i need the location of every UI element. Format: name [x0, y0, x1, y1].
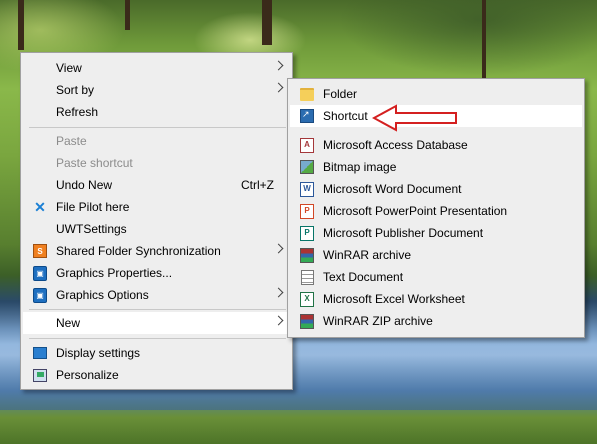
- menu-item-label: Paste: [56, 134, 87, 148]
- menu-item-paste[interactable]: Paste: [23, 130, 290, 152]
- menu-item-label: Bitmap image: [323, 160, 397, 174]
- menu-item-undo-new[interactable]: Undo New Ctrl+Z: [23, 174, 290, 196]
- menu-item-label: Folder: [323, 87, 358, 101]
- new-item-bitmap-image[interactable]: Bitmap image: [290, 156, 582, 178]
- new-item-winrar-archive[interactable]: WinRAR archive: [290, 244, 582, 266]
- menu-item-label: New: [56, 316, 81, 330]
- chevron-right-icon: [273, 60, 284, 71]
- new-item-text-document[interactable]: Text Document: [290, 266, 582, 288]
- shared-folder-sync-icon: S: [33, 244, 47, 258]
- chevron-right-icon: [273, 287, 284, 298]
- chevron-right-icon: [273, 243, 284, 254]
- tree-trunk: [262, 0, 272, 45]
- file-pilot-icon: ✕: [34, 198, 46, 215]
- menu-item-label: Microsoft Access Database: [323, 138, 468, 152]
- menu-separator: [29, 309, 286, 310]
- menu-item-label: Graphics Options: [56, 288, 149, 302]
- menu-item-view[interactable]: View: [23, 57, 290, 79]
- menu-item-uwtsettings[interactable]: UWTSettings: [23, 218, 290, 240]
- menu-item-shortcut: Ctrl+Z: [241, 178, 274, 192]
- new-item-powerpoint-presentation[interactable]: P Microsoft PowerPoint Presentation: [290, 200, 582, 222]
- intel-graphics-icon: ▣: [33, 287, 47, 303]
- new-item-word-document[interactable]: W Microsoft Word Document: [290, 178, 582, 200]
- tree-trunk: [18, 0, 24, 50]
- menu-item-label: Personalize: [56, 368, 119, 382]
- menu-item-new[interactable]: New: [23, 312, 290, 334]
- menu-item-label: Microsoft PowerPoint Presentation: [323, 204, 508, 218]
- folder-icon: [300, 87, 314, 101]
- menu-item-label: View: [56, 61, 82, 75]
- excel-icon: X: [300, 291, 314, 307]
- new-item-publisher-document[interactable]: P Microsoft Publisher Document: [290, 222, 582, 244]
- menu-separator: [29, 127, 286, 128]
- menu-item-label: Refresh: [56, 105, 99, 119]
- menu-item-label: Shortcut: [323, 109, 368, 123]
- powerpoint-icon: P: [300, 203, 314, 219]
- menu-item-label: Microsoft Word Document: [323, 182, 462, 196]
- chevron-right-icon: [273, 82, 284, 93]
- menu-item-label: WinRAR archive: [323, 248, 412, 262]
- menu-item-display-settings[interactable]: Display settings: [23, 342, 290, 364]
- menu-item-label: Display settings: [56, 346, 141, 360]
- menu-item-graphics-properties[interactable]: ▣ Graphics Properties...: [23, 262, 290, 284]
- menu-item-label: Microsoft Publisher Document: [323, 226, 484, 240]
- tree-trunk: [125, 0, 130, 30]
- winrar-zip-icon: [300, 313, 314, 329]
- menu-separator: [29, 338, 286, 339]
- chevron-right-icon: [273, 315, 284, 326]
- menu-item-label: Undo New: [56, 178, 113, 192]
- desktop-context-menu: View Sort by Refresh Paste Paste shortcu…: [20, 52, 293, 390]
- menu-item-label: File Pilot here: [56, 200, 130, 214]
- menu-item-personalize[interactable]: Personalize: [23, 364, 290, 386]
- menu-item-label: Microsoft Excel Worksheet: [323, 292, 465, 306]
- publisher-icon: P: [300, 225, 314, 241]
- menu-item-sort-by[interactable]: Sort by: [23, 79, 290, 101]
- menu-item-label: Sort by: [56, 83, 95, 97]
- tree-trunk: [482, 0, 486, 78]
- menu-item-label: Shared Folder Synchronization: [56, 244, 221, 258]
- new-item-folder[interactable]: Folder: [290, 83, 582, 105]
- menu-item-label: Graphics Properties...: [56, 266, 173, 280]
- winrar-icon: [300, 247, 314, 263]
- text-document-icon: [300, 269, 314, 285]
- menu-item-shared-folder-sync[interactable]: S Shared Folder Synchronization: [23, 240, 290, 262]
- menu-item-refresh[interactable]: Refresh: [23, 101, 290, 123]
- new-item-excel-worksheet[interactable]: X Microsoft Excel Worksheet: [290, 288, 582, 310]
- menu-item-paste-shortcut[interactable]: Paste shortcut: [23, 152, 290, 174]
- intel-graphics-icon: ▣: [33, 265, 47, 281]
- menu-item-label: WinRAR ZIP archive: [323, 314, 433, 328]
- personalize-icon: [33, 368, 47, 382]
- menu-item-label: Paste shortcut: [56, 156, 133, 170]
- shortcut-icon: [300, 109, 314, 123]
- red-arrow-icon: [372, 104, 457, 132]
- menu-item-graphics-options[interactable]: ▣ Graphics Options: [23, 284, 290, 306]
- bitmap-icon: [300, 160, 314, 174]
- new-item-winrar-zip-archive[interactable]: WinRAR ZIP archive: [290, 310, 582, 332]
- word-icon: W: [300, 181, 314, 197]
- menu-item-file-pilot-here[interactable]: ✕ File Pilot here: [23, 196, 290, 218]
- menu-item-label: Text Document: [323, 270, 404, 284]
- display-icon: [33, 346, 47, 360]
- access-icon: A: [300, 137, 314, 153]
- new-item-access-database[interactable]: A Microsoft Access Database: [290, 134, 582, 156]
- menu-item-label: UWTSettings: [56, 222, 127, 236]
